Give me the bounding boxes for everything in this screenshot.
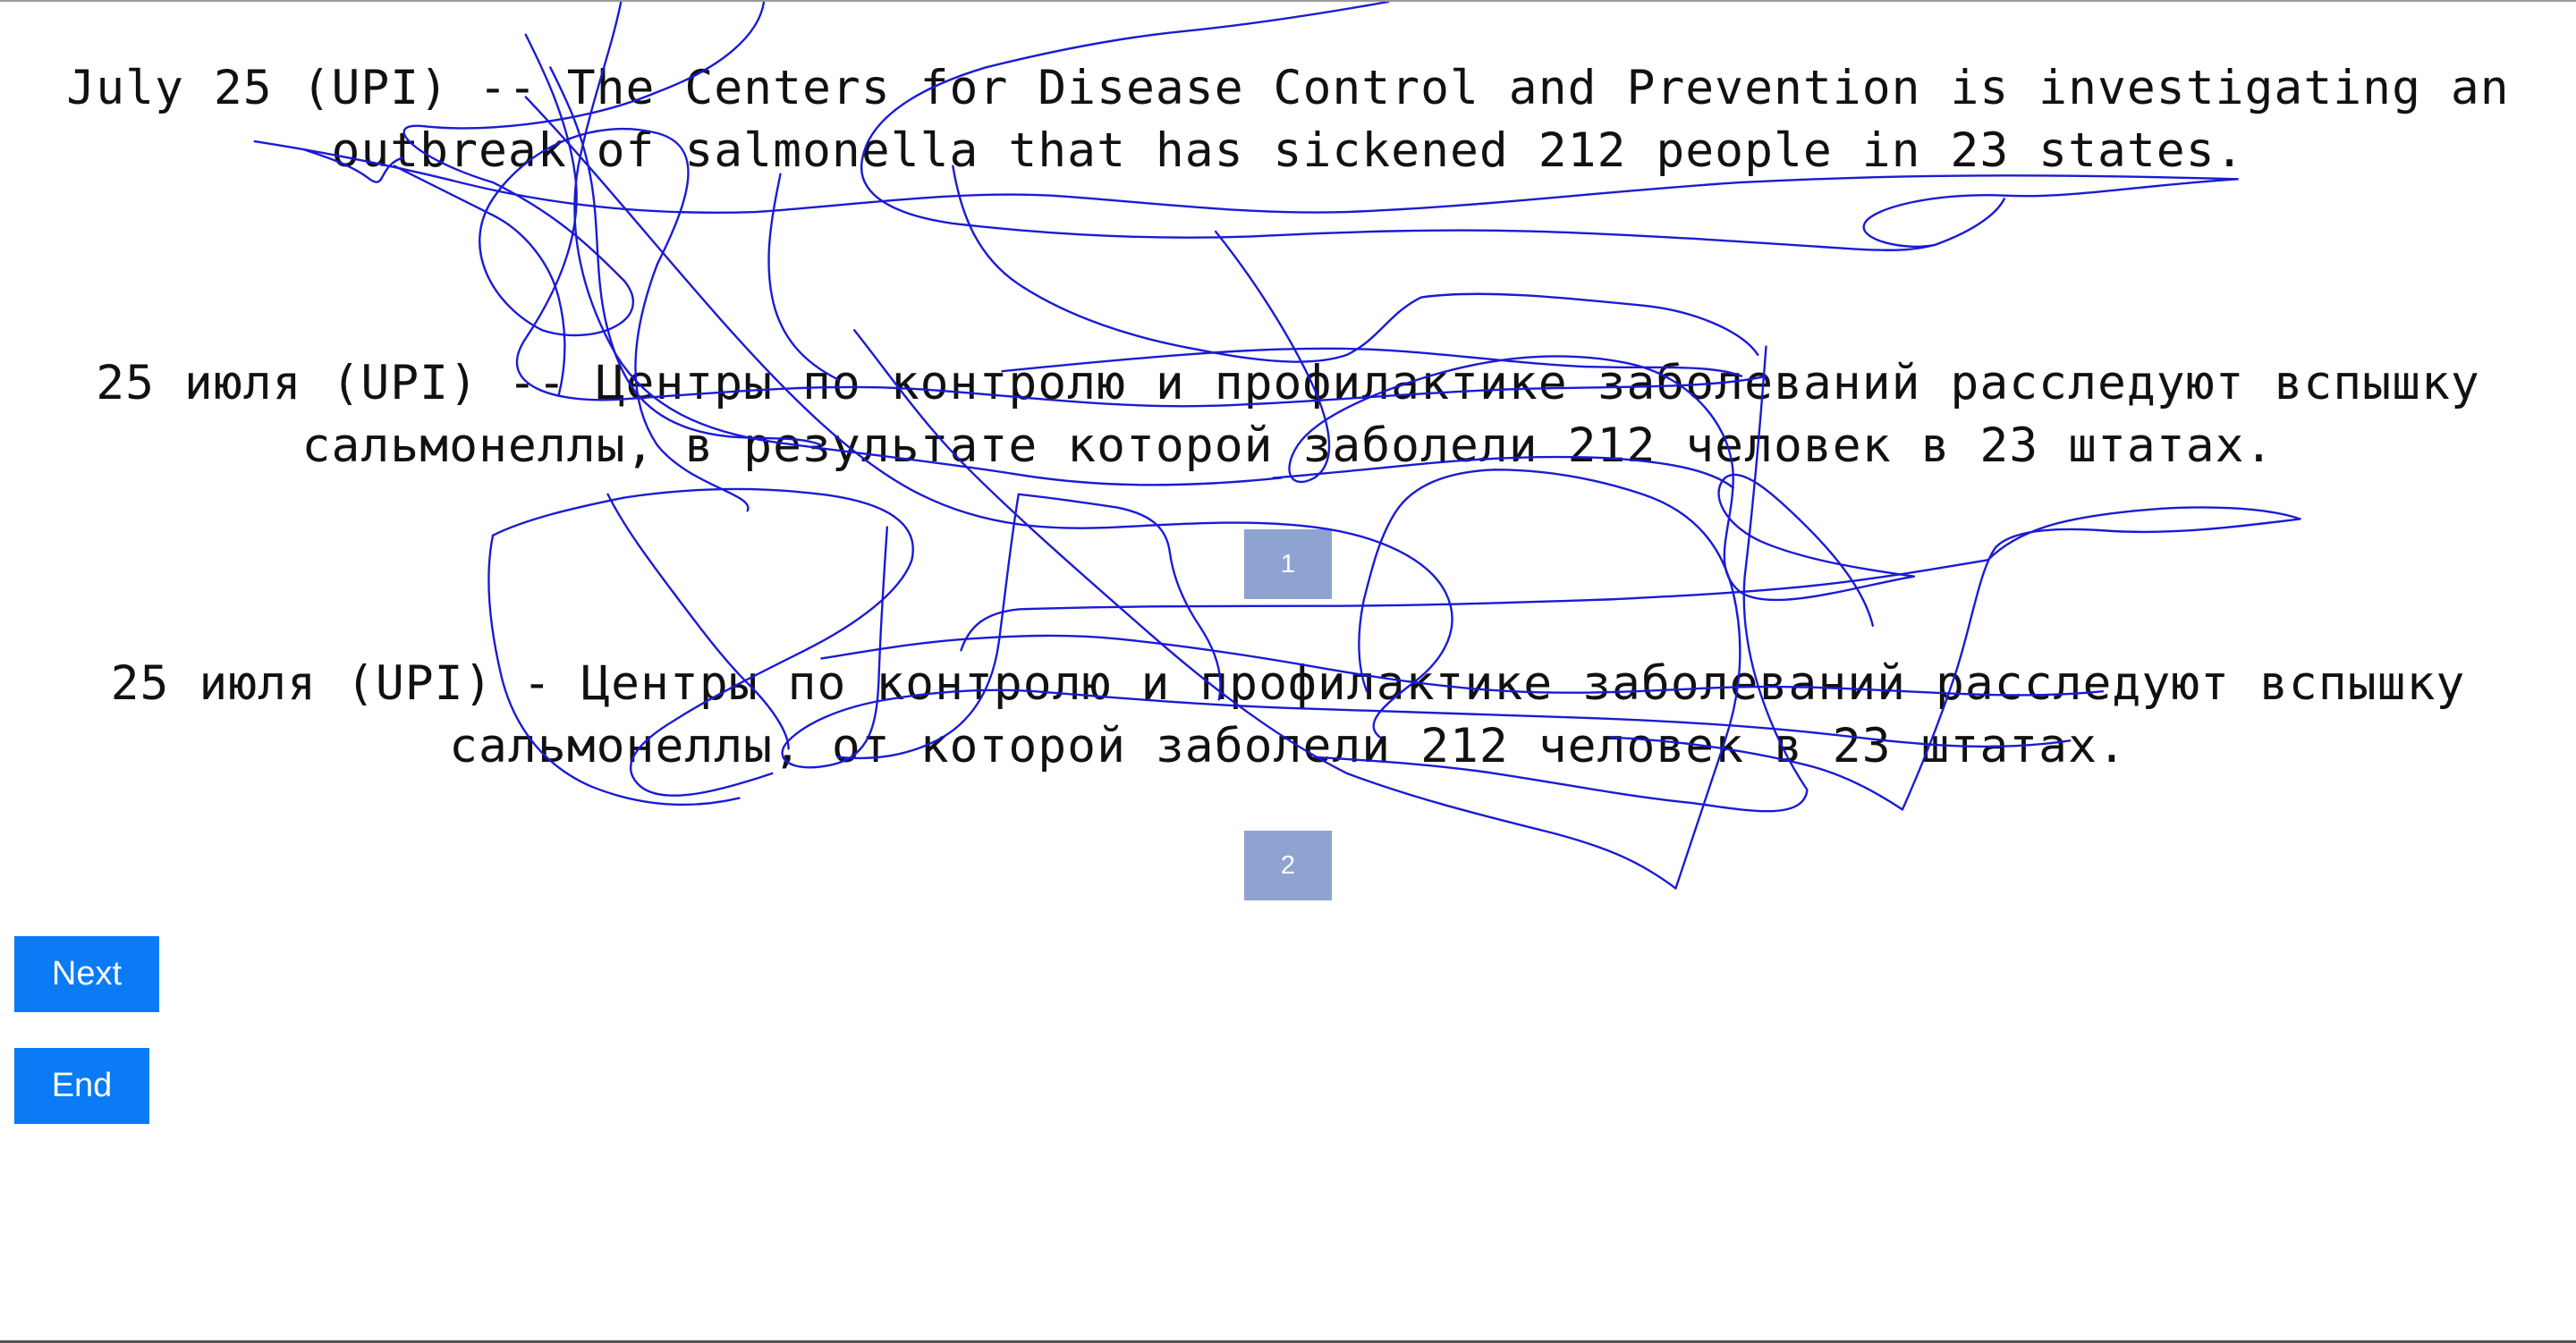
annotation-canvas: July 25 (UPI) -- The Centers for Disease… (0, 0, 2576, 1343)
translation-option-2-text: 25 июля (UPI) - Центры по контролю и про… (110, 656, 2466, 773)
end-button[interactable]: End (14, 1048, 149, 1124)
source-sentence: July 25 (UPI) -- The Centers for Disease… (66, 61, 2510, 178)
choose-translation-1-button[interactable]: 1 (1244, 529, 1332, 599)
translation-option-1-text: 25 июля (UPI) -- Центры по контролю и пр… (96, 356, 2480, 473)
next-button[interactable]: Next (14, 936, 159, 1012)
choose-translation-2-button[interactable]: 2 (1244, 831, 1332, 900)
